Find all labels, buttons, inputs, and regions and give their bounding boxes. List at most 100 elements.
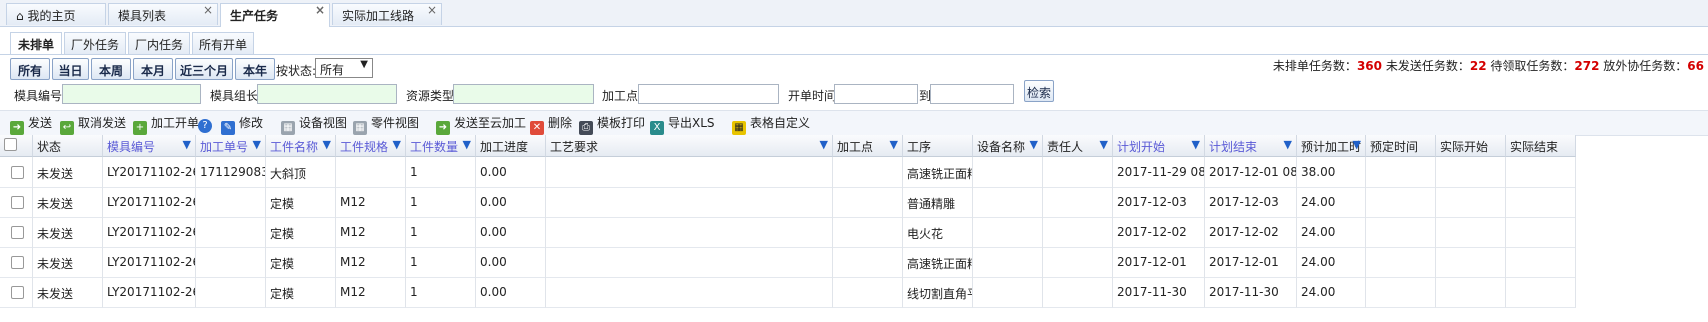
cancel-send-button[interactable]: ↩ 取消发送: [60, 114, 126, 135]
create-process-order-button[interactable]: + 加工开单: [133, 114, 199, 135]
table-cell[interactable]: 定模: [266, 187, 336, 218]
open-time-end-input[interactable]: [930, 84, 1014, 104]
table-cell[interactable]: [1436, 157, 1506, 188]
col-equipment-name[interactable]: 设备名称 ▼: [973, 135, 1043, 157]
filter-icon[interactable]: ▼: [1284, 138, 1292, 151]
col-part-name[interactable]: 工件名称 ▼: [266, 135, 336, 157]
table-cell[interactable]: 1: [406, 217, 476, 248]
col-process-point[interactable]: 加工点 ▼: [833, 135, 903, 157]
col-process-order-no[interactable]: 加工单号 ▼: [196, 135, 266, 157]
table-cell[interactable]: 24.00: [1297, 247, 1366, 278]
table-cell[interactable]: 未发送: [33, 277, 103, 308]
status-filter-select[interactable]: 所有 ▼: [315, 58, 373, 78]
table-cell[interactable]: 2017-11-30: [1113, 277, 1205, 308]
table-cell[interactable]: 1: [406, 277, 476, 308]
table-cell[interactable]: 2017-12-01: [1113, 247, 1205, 278]
table-cell[interactable]: 38.00: [1297, 157, 1366, 188]
col-part-qty[interactable]: 工件数量 ▼: [406, 135, 476, 157]
col-progress[interactable]: 加工进度: [476, 135, 546, 157]
col-part-spec[interactable]: 工件规格 ▼: [336, 135, 406, 157]
table-cell[interactable]: 24.00: [1297, 187, 1366, 218]
table-cell[interactable]: [973, 277, 1043, 308]
filter-icon[interactable]: ▼: [890, 138, 898, 151]
table-cell[interactable]: [196, 217, 266, 248]
table-cell[interactable]: 定模: [266, 217, 336, 248]
table-cell[interactable]: [546, 217, 833, 248]
search-button[interactable]: 检索: [1024, 80, 1054, 102]
table-cell[interactable]: 未发送: [33, 217, 103, 248]
table-cell[interactable]: [1436, 247, 1506, 278]
table-cell[interactable]: [973, 187, 1043, 218]
col-mold-no[interactable]: 模具编号 ▼: [103, 135, 196, 157]
table-cell[interactable]: [546, 247, 833, 278]
template-print-button[interactable]: ⎙ 模板打印: [579, 114, 645, 135]
process-point-input[interactable]: [638, 84, 779, 104]
filter-icon[interactable]: ▼: [253, 138, 261, 151]
row-checkbox-cell[interactable]: [0, 277, 33, 308]
filter-icon[interactable]: ▼: [323, 138, 331, 151]
col-process-requirements[interactable]: 工艺要求 ▼: [546, 135, 833, 157]
table-cell[interactable]: 2017-12-02: [1205, 217, 1297, 248]
tab-actual-process-route[interactable]: 实际加工线路 ×: [332, 3, 442, 25]
close-icon[interactable]: ×: [427, 3, 437, 17]
equipment-view-button[interactable]: ▦ 设备视图: [281, 114, 347, 135]
table-cell[interactable]: [1043, 217, 1113, 248]
table-cell[interactable]: 2017-12-03: [1205, 187, 1297, 218]
period-month-button[interactable]: 本月: [133, 58, 173, 80]
table-cell[interactable]: LY20171102-265: [103, 277, 196, 308]
table-cell[interactable]: [1506, 277, 1576, 308]
table-cell[interactable]: 24.00: [1297, 217, 1366, 248]
col-planned-start[interactable]: 计划开始 ▼: [1113, 135, 1205, 157]
col-scheduled-time[interactable]: 预定时间: [1366, 135, 1436, 157]
filter-icon[interactable]: ▼: [463, 138, 471, 151]
col-actual-start[interactable]: 实际开始: [1436, 135, 1506, 157]
subtab-external[interactable]: 厂外任务: [64, 32, 126, 54]
send-to-cloud-button[interactable]: ➜ 发送至云加工: [436, 114, 526, 135]
table-cell[interactable]: M12: [336, 217, 406, 248]
table-cell[interactable]: 2017-11-29 08:38: [1113, 157, 1205, 188]
mold-no-input[interactable]: [62, 84, 201, 104]
table-cell[interactable]: LY20171102-265: [103, 187, 196, 218]
table-cell[interactable]: 2017-12-01 08:38: [1205, 157, 1297, 188]
close-icon[interactable]: ×: [315, 3, 325, 17]
row-checkbox-cell[interactable]: [0, 247, 33, 278]
table-cell[interactable]: [1366, 217, 1436, 248]
table-cell[interactable]: 未发送: [33, 157, 103, 188]
select-all-checkbox-header[interactable]: [0, 135, 33, 157]
table-cell[interactable]: [1436, 277, 1506, 308]
period-week-button[interactable]: 本周: [91, 58, 131, 80]
filter-icon[interactable]: ▼: [1353, 138, 1361, 151]
table-cell[interactable]: 未发送: [33, 247, 103, 278]
table-cell[interactable]: [1366, 187, 1436, 218]
col-actual-end[interactable]: 实际结束: [1506, 135, 1576, 157]
table-cell[interactable]: 1: [406, 157, 476, 188]
table-cell[interactable]: [1436, 187, 1506, 218]
col-status[interactable]: 状态: [33, 135, 103, 157]
table-cell[interactable]: [196, 277, 266, 308]
filter-icon[interactable]: ▼: [183, 138, 191, 151]
table-cell[interactable]: [1043, 247, 1113, 278]
table-cell[interactable]: LY20171102-265: [103, 157, 196, 188]
period-all-button[interactable]: 所有: [10, 58, 50, 80]
table-cell[interactable]: 2017-12-03: [1113, 187, 1205, 218]
table-cell[interactable]: 2017-12-01: [1205, 247, 1297, 278]
tab-home[interactable]: ⌂ 我的主页: [6, 3, 106, 25]
col-responsible[interactable]: 责任人 ▼: [1043, 135, 1113, 157]
period-three-months-button[interactable]: 近三个月: [175, 58, 233, 80]
subtab-all-orders[interactable]: 所有开单: [192, 32, 254, 54]
table-cell[interactable]: [973, 157, 1043, 188]
table-cell[interactable]: [833, 247, 903, 278]
table-customize-button[interactable]: ▦ 表格自定义: [732, 114, 810, 135]
table-cell[interactable]: 0.00: [476, 277, 546, 308]
table-cell[interactable]: [1506, 247, 1576, 278]
row-checkbox[interactable]: [11, 166, 24, 179]
table-cell[interactable]: M12: [336, 277, 406, 308]
table-cell[interactable]: 1: [406, 247, 476, 278]
table-cell[interactable]: 电火花: [903, 217, 973, 248]
help-button[interactable]: ?: [198, 114, 216, 133]
delete-button[interactable]: ✕ 删除: [530, 114, 572, 135]
tab-mold-list[interactable]: 模具列表 ×: [108, 3, 218, 25]
tab-production-tasks[interactable]: 生产任务 ×: [220, 3, 330, 27]
table-cell[interactable]: 未发送: [33, 187, 103, 218]
row-checkbox[interactable]: [11, 226, 24, 239]
